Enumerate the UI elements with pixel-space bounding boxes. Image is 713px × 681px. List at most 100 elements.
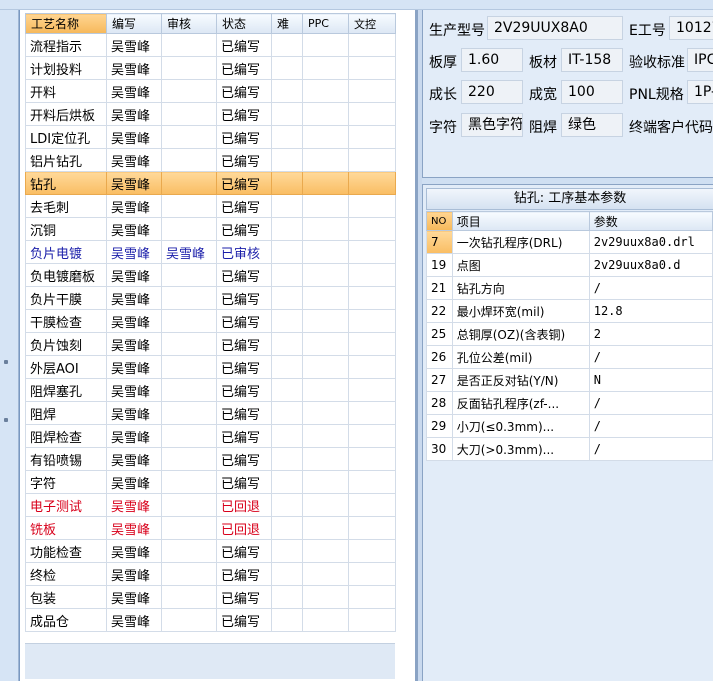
difficulty-cell[interactable] [271, 148, 303, 172]
process-name-cell[interactable]: 开料 [25, 79, 107, 103]
doc-control-cell[interactable] [348, 539, 396, 563]
column-header-difficulty[interactable]: 难 [271, 13, 303, 34]
process-row[interactable]: 铣板 吴雪峰 已回退 [25, 516, 396, 540]
author-cell[interactable]: 吴雪峰 [106, 470, 162, 494]
doc-control-cell[interactable] [348, 516, 396, 540]
author-cell[interactable]: 吴雪峰 [106, 585, 162, 609]
param-item-cell[interactable]: 小刀(≤0.3mm)... [451, 414, 590, 438]
status-cell[interactable]: 已编写 [216, 56, 272, 80]
reviewer-cell[interactable] [161, 56, 217, 80]
process-row[interactable]: 计划投料 吴雪峰 已编写 [25, 56, 396, 80]
author-cell[interactable]: 吴雪峰 [106, 562, 162, 586]
process-row[interactable]: 铝片钻孔 吴雪峰 已编写 [25, 148, 396, 172]
param-item-cell[interactable]: 总铜厚(OZ)(含表铜) [451, 322, 590, 346]
ppc-cell[interactable] [302, 424, 349, 448]
doc-control-cell[interactable] [348, 493, 396, 517]
status-cell[interactable]: 已编写 [216, 286, 272, 310]
author-cell[interactable]: 吴雪峰 [106, 401, 162, 425]
status-cell[interactable]: 已编写 [216, 401, 272, 425]
author-cell[interactable]: 吴雪峰 [106, 33, 162, 57]
process-row[interactable]: 阻焊 吴雪峰 已编写 [25, 401, 396, 425]
process-name-cell[interactable]: 阻焊检查 [25, 424, 107, 448]
param-item-cell[interactable]: 反面钻孔程序(zf-... [451, 391, 590, 415]
process-row[interactable]: 负片干膜 吴雪峰 已编写 [25, 286, 396, 310]
ppc-cell[interactable] [302, 217, 349, 241]
author-cell[interactable]: 吴雪峰 [106, 148, 162, 172]
param-item-cell[interactable]: 是否正反对钻(Y/N) [451, 368, 590, 392]
ppc-cell[interactable] [302, 33, 349, 57]
param-row[interactable]: 30 大刀(>0.3mm)... / [426, 437, 713, 461]
doc-control-cell[interactable] [348, 125, 396, 149]
process-row[interactable]: 干膜检查 吴雪峰 已编写 [25, 309, 396, 333]
process-row[interactable]: 负片电镀 吴雪峰 吴雪峰 已审核 [25, 240, 396, 264]
reviewer-cell[interactable] [161, 539, 217, 563]
ppc-cell[interactable] [302, 378, 349, 402]
reviewer-cell[interactable] [161, 585, 217, 609]
status-cell[interactable]: 已编写 [216, 148, 272, 172]
process-row[interactable]: 钻孔 吴雪峰 已编写 [25, 171, 396, 195]
difficulty-cell[interactable] [271, 125, 303, 149]
width-field[interactable]: 100 [561, 80, 623, 104]
process-name-cell[interactable]: 计划投料 [25, 56, 107, 80]
param-row[interactable]: 27 是否正反对钻(Y/N) N [426, 368, 713, 392]
param-value-cell[interactable]: / [588, 276, 713, 300]
process-name-cell[interactable]: 流程指示 [25, 33, 107, 57]
difficulty-cell[interactable] [271, 447, 303, 471]
author-cell[interactable]: 吴雪峰 [106, 171, 162, 195]
status-cell[interactable]: 已编写 [216, 33, 272, 57]
param-no-cell[interactable]: 7 [426, 230, 453, 254]
param-no-cell[interactable]: 28 [426, 391, 453, 415]
reviewer-cell[interactable] [161, 401, 217, 425]
status-cell[interactable]: 已编写 [216, 217, 272, 241]
reviewer-cell[interactable] [161, 286, 217, 310]
process-row[interactable]: 负电镀磨板 吴雪峰 已编写 [25, 263, 396, 287]
process-row[interactable]: 阻焊检查 吴雪峰 已编写 [25, 424, 396, 448]
ppc-cell[interactable] [302, 79, 349, 103]
status-cell[interactable]: 已编写 [216, 171, 272, 195]
ppc-cell[interactable] [302, 401, 349, 425]
process-name-cell[interactable]: 负片干膜 [25, 286, 107, 310]
process-name-cell[interactable]: 去毛刺 [25, 194, 107, 218]
column-header-process-name[interactable]: 工艺名称 [25, 13, 107, 34]
process-row[interactable]: 阻焊塞孔 吴雪峰 已编写 [25, 378, 396, 402]
param-no-cell[interactable]: 30 [426, 437, 453, 461]
status-cell[interactable]: 已编写 [216, 470, 272, 494]
reviewer-cell[interactable]: 吴雪峰 [161, 240, 217, 264]
difficulty-cell[interactable] [271, 309, 303, 333]
process-name-cell[interactable]: 沉铜 [25, 217, 107, 241]
ppc-cell[interactable] [302, 148, 349, 172]
process-row[interactable]: 字符 吴雪峰 已编写 [25, 470, 396, 494]
status-cell[interactable]: 已编写 [216, 608, 272, 632]
eno-field[interactable]: 10127 [669, 16, 713, 40]
ppc-cell[interactable] [302, 516, 349, 540]
status-cell[interactable]: 已编写 [216, 79, 272, 103]
process-row[interactable]: 电子测试 吴雪峰 已回退 [25, 493, 396, 517]
difficulty-cell[interactable] [271, 240, 303, 264]
ppc-cell[interactable] [302, 470, 349, 494]
char-field[interactable]: 黑色字符 [461, 113, 523, 137]
difficulty-cell[interactable] [271, 33, 303, 57]
process-name-cell[interactable]: 负电镀磨板 [25, 263, 107, 287]
doc-control-cell[interactable] [348, 240, 396, 264]
status-cell[interactable]: 已编写 [216, 263, 272, 287]
reviewer-cell[interactable] [161, 332, 217, 356]
param-no-cell[interactable]: 27 [426, 368, 453, 392]
status-cell[interactable]: 已编写 [216, 539, 272, 563]
difficulty-cell[interactable] [271, 56, 303, 80]
param-value-cell[interactable]: 2v29uux8a0.drl [588, 230, 713, 254]
doc-control-cell[interactable] [348, 33, 396, 57]
param-item-cell[interactable]: 点图 [451, 253, 590, 277]
param-no-cell[interactable]: 21 [426, 276, 453, 300]
process-name-cell[interactable]: 铝片钻孔 [25, 148, 107, 172]
difficulty-cell[interactable] [271, 79, 303, 103]
author-cell[interactable]: 吴雪峰 [106, 608, 162, 632]
status-cell[interactable]: 已编写 [216, 378, 272, 402]
ppc-cell[interactable] [302, 493, 349, 517]
process-name-cell[interactable]: 功能检查 [25, 539, 107, 563]
difficulty-cell[interactable] [271, 470, 303, 494]
param-value-cell[interactable]: / [588, 391, 713, 415]
ppc-cell[interactable] [302, 539, 349, 563]
param-item-cell[interactable]: 一次钻孔程序(DRL) [451, 230, 590, 254]
status-cell[interactable]: 已编写 [216, 194, 272, 218]
author-cell[interactable]: 吴雪峰 [106, 102, 162, 126]
